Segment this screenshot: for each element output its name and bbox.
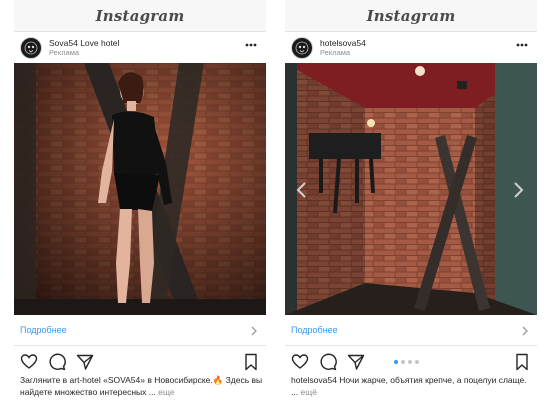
- carousel-dot: [408, 360, 412, 364]
- instagram-post-card: Instagram Sova54 Love hotel Реклама Подр…: [14, 0, 266, 413]
- carousel-dot: [394, 360, 398, 364]
- instagram-logo: Instagram: [95, 6, 185, 25]
- post-header: Sova54 Love hotel Реклама: [14, 32, 266, 63]
- share-icon[interactable]: [76, 353, 94, 371]
- heart-icon[interactable]: [291, 353, 309, 371]
- carousel-dot: [401, 360, 405, 364]
- post-caption: Загляните в art-hotel «SOVA54» в Новосиб…: [20, 374, 264, 398]
- heart-icon[interactable]: [20, 353, 38, 371]
- learn-more-button[interactable]: Подробнее: [14, 317, 266, 346]
- learn-more-button[interactable]: Подробнее: [285, 317, 537, 346]
- sponsored-label: Реклама: [320, 47, 351, 57]
- post-actions: [14, 351, 266, 373]
- post-username[interactable]: hotelsova54: [320, 38, 366, 48]
- instagram-logo: Instagram: [366, 6, 456, 25]
- avatar[interactable]: [20, 36, 42, 59]
- post-actions: [285, 351, 537, 373]
- sponsored-label: Реклама: [49, 47, 80, 57]
- post-caption: hotelsova54 Ночи жарче, объятия крепче, …: [291, 374, 535, 398]
- caption-text: Загляните в art-hotel «SOVA54» в Новосиб…: [20, 375, 263, 397]
- chevron-right-icon: [251, 326, 257, 336]
- bookmark-icon[interactable]: [513, 353, 531, 371]
- more-options-icon[interactable]: [515, 41, 529, 49]
- chevron-left-icon[interactable]: [295, 181, 309, 199]
- comment-icon[interactable]: [48, 353, 66, 371]
- more-options-icon[interactable]: [244, 41, 258, 49]
- carousel-dot: [415, 360, 419, 364]
- share-icon[interactable]: [347, 353, 365, 371]
- learn-more-label: Подробнее: [20, 325, 67, 335]
- avatar[interactable]: [291, 36, 313, 59]
- caption-username[interactable]: hotelsova54: [291, 375, 337, 385]
- carousel-indicator: [394, 360, 419, 364]
- post-photo[interactable]: [14, 63, 266, 315]
- learn-more-label: Подробнее: [291, 325, 338, 335]
- post-header: hotelsova54 Реклама: [285, 32, 537, 63]
- bookmark-icon[interactable]: [242, 353, 260, 371]
- chevron-right-icon[interactable]: [511, 181, 525, 199]
- chevron-right-icon: [522, 326, 528, 336]
- post-photo[interactable]: [285, 63, 537, 315]
- more-link[interactable]: ещё: [300, 387, 316, 397]
- app-header: Instagram: [285, 0, 537, 32]
- comment-icon[interactable]: [319, 353, 337, 371]
- instagram-post-card: Instagram hotelsova54 Реклама Подробнее …: [285, 0, 537, 413]
- more-link[interactable]: еще: [158, 387, 174, 397]
- post-username[interactable]: Sova54 Love hotel: [49, 38, 119, 48]
- app-header: Instagram: [14, 0, 266, 32]
